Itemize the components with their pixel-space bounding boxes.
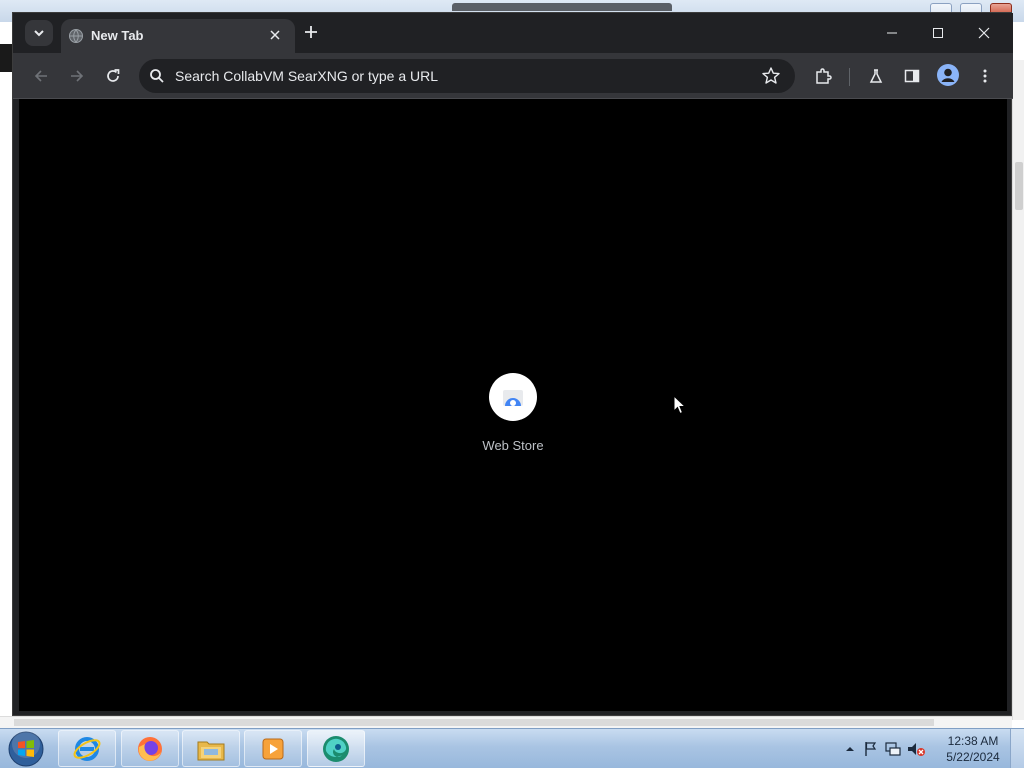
maximize-icon xyxy=(933,28,943,38)
shortcut-label: Web Store xyxy=(482,438,544,453)
address-bar-placeholder: Search CollabVM SearXNG or type a URL xyxy=(175,68,438,84)
minimize-icon xyxy=(887,32,897,34)
chevron-down-icon xyxy=(34,30,44,37)
reload-button[interactable] xyxy=(99,62,127,90)
shortcut-web-store[interactable]: Web Store xyxy=(473,361,553,461)
tab-close-button[interactable] xyxy=(265,26,285,46)
address-bar[interactable]: Search CollabVM SearXNG or type a URL xyxy=(139,59,795,93)
mouse-cursor-icon xyxy=(673,395,687,415)
taskbar-internet-explorer[interactable] xyxy=(58,730,116,767)
tab-new-tab[interactable]: New Tab xyxy=(61,19,295,53)
tab-search-button[interactable] xyxy=(25,20,53,46)
bookmark-star-icon[interactable] xyxy=(761,66,781,86)
new-tab-page: Web Store xyxy=(19,99,1007,711)
plus-icon xyxy=(305,26,317,38)
clock-date: 5/22/2024 xyxy=(946,750,1000,764)
show-desktop-button[interactable] xyxy=(1010,729,1024,768)
minimize-button[interactable] xyxy=(869,19,915,47)
flask-icon xyxy=(869,69,883,83)
windows-logo-icon xyxy=(8,730,44,767)
background-horizontal-scrollbar[interactable] xyxy=(0,716,1012,728)
labs-button[interactable] xyxy=(862,62,890,90)
media-player-icon xyxy=(262,738,284,759)
search-icon xyxy=(150,69,164,83)
action-center-flag-icon[interactable] xyxy=(862,740,880,758)
close-icon xyxy=(978,27,990,39)
taskbar-edge[interactable] xyxy=(307,730,365,767)
clock-time: 12:38 AM xyxy=(947,734,999,748)
clock[interactable]: 12:38 AM 5/22/2024 xyxy=(940,733,1006,765)
tab-title: New Tab xyxy=(91,28,144,43)
firefox-icon xyxy=(138,736,162,761)
taskbar-file-explorer[interactable] xyxy=(182,730,240,767)
profile-avatar-icon[interactable] xyxy=(937,64,959,86)
toolbar-divider xyxy=(849,68,850,86)
side-panel-icon xyxy=(904,69,920,83)
more-vert-icon xyxy=(983,69,987,83)
chrome-window: New Tab Search CollabVM SearXNG or type … xyxy=(12,12,1013,716)
start-button[interactable] xyxy=(6,730,46,768)
extensions-button[interactable] xyxy=(809,62,837,90)
tab-strip: New Tab xyxy=(13,13,1013,53)
browser-toolbar: Search CollabVM SearXNG or type a URL xyxy=(13,53,1013,99)
web-store-icon xyxy=(489,373,537,421)
puzzle-icon xyxy=(816,68,832,84)
network-icon[interactable] xyxy=(884,740,902,758)
show-hidden-icons-icon[interactable] xyxy=(842,741,858,757)
taskbar-firefox[interactable] xyxy=(121,730,179,767)
close-window-button[interactable] xyxy=(961,19,1007,47)
maximize-button[interactable] xyxy=(915,19,961,47)
background-tab-edge xyxy=(452,3,672,11)
new-tab-button[interactable] xyxy=(299,21,323,45)
reload-icon xyxy=(107,69,120,82)
globe-icon xyxy=(69,29,83,43)
back-button[interactable] xyxy=(27,62,55,90)
forward-button[interactable] xyxy=(63,62,91,90)
arrow-right-icon xyxy=(71,70,84,82)
menu-button[interactable] xyxy=(971,62,999,90)
scrollbar-thumb[interactable] xyxy=(1015,162,1023,210)
edge-icon xyxy=(323,735,349,762)
scrollbar-thumb[interactable] xyxy=(14,719,934,726)
side-panel-button[interactable] xyxy=(898,62,926,90)
arrow-left-icon xyxy=(34,70,47,82)
taskbar-media-player[interactable] xyxy=(244,730,302,767)
internet-explorer-icon xyxy=(73,736,101,761)
background-dark-strip xyxy=(0,44,12,72)
system-tray xyxy=(842,737,926,761)
file-explorer-icon xyxy=(197,741,225,760)
close-icon xyxy=(270,30,280,40)
taskbar: 12:38 AM 5/22/2024 xyxy=(0,728,1024,768)
volume-muted-icon[interactable] xyxy=(906,740,926,758)
background-vertical-scrollbar[interactable] xyxy=(1012,60,1024,720)
